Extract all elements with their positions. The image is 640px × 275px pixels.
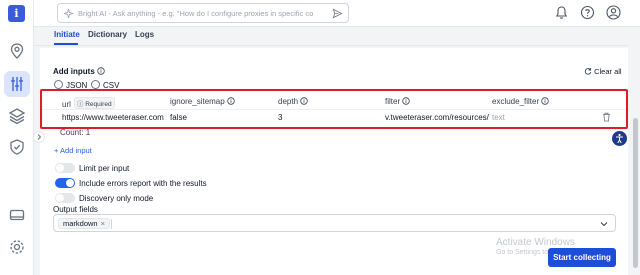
option-label: Include errors report with the results xyxy=(79,179,207,188)
shield-check-icon[interactable] xyxy=(8,138,26,156)
output-fields-label: Output fields xyxy=(53,205,98,214)
info-icon[interactable] xyxy=(300,97,308,105)
chevron-down-icon[interactable] xyxy=(599,219,609,229)
tab-initiate[interactable]: Initiate xyxy=(54,30,80,39)
accessibility-button[interactable] xyxy=(612,131,627,146)
billing-card-icon[interactable] xyxy=(8,206,26,224)
help-icon[interactable] xyxy=(580,5,595,20)
clear-all-button[interactable]: Clear all xyxy=(584,67,622,76)
scrollbar-thumb[interactable] xyxy=(633,118,638,268)
radio-circle[interactable] xyxy=(54,80,63,89)
ai-search-input[interactable]: Bright AI - Ask anything - e.g. "How do … xyxy=(57,3,349,23)
output-field-chip: markdown × xyxy=(58,218,110,229)
inputs-table: url ⓘ Required ignore_sitemap depth filte… xyxy=(40,89,628,129)
refresh-icon xyxy=(584,68,592,75)
brand-logo[interactable]: i xyxy=(8,5,25,22)
tabs-divider xyxy=(34,45,628,46)
trash-icon[interactable] xyxy=(602,112,611,122)
chevron-right-icon xyxy=(37,134,42,140)
column-label: exclude_filter xyxy=(492,97,540,106)
layers-icon[interactable] xyxy=(8,107,26,125)
radio-circle[interactable] xyxy=(91,80,100,89)
start-collecting-button[interactable]: Start collecting xyxy=(548,248,616,267)
sparkle-icon xyxy=(63,8,74,19)
accessibility-icon xyxy=(616,133,623,144)
page-scrollbar[interactable] xyxy=(631,48,640,275)
column-label: ignore_sitemap xyxy=(170,97,225,106)
watermark-title: Activate Windows xyxy=(496,237,575,248)
cell-filter[interactable]: v.tweeteraser.com/resources/ xyxy=(385,113,489,122)
chip-remove-icon[interactable]: × xyxy=(101,219,105,228)
cell-depth[interactable]: 3 xyxy=(278,113,282,122)
column-label: depth xyxy=(278,97,299,106)
column-header-depth: depth xyxy=(278,97,308,106)
input-count: Count: 1 xyxy=(60,128,91,137)
chip-divider xyxy=(111,219,112,229)
option-label: Limit per input xyxy=(79,164,130,173)
scraper-icon[interactable] xyxy=(8,75,26,93)
required-badge: ⓘ Required xyxy=(73,97,115,109)
cell-ignore-sitemap[interactable]: false xyxy=(170,113,187,122)
toggle-switch[interactable] xyxy=(55,193,75,203)
info-icon[interactable] xyxy=(402,97,411,105)
add-input-button[interactable]: + Add input xyxy=(54,146,92,155)
column-header-url: url ⓘ Required xyxy=(62,97,115,109)
info-icon[interactable] xyxy=(97,67,105,75)
info-icon[interactable] xyxy=(541,97,550,105)
user-avatar-icon[interactable] xyxy=(606,5,621,20)
add-inputs-title: Add inputs xyxy=(53,67,95,76)
location-pin-icon[interactable] xyxy=(8,42,26,60)
output-fields-select[interactable]: markdown × xyxy=(53,214,616,232)
send-icon[interactable] xyxy=(332,8,343,19)
option-limit-per-input[interactable]: Limit per input xyxy=(55,163,129,173)
info-icon[interactable] xyxy=(227,97,235,105)
add-inputs-heading: Add inputs xyxy=(53,67,105,76)
column-header-filter: filter xyxy=(385,97,411,106)
column-header-exclude-filter: exclude_filter xyxy=(492,97,550,106)
tab-logs[interactable]: Logs xyxy=(135,30,154,39)
tab-dictionary[interactable]: Dictionary xyxy=(88,30,127,39)
sidebar-collapse-button[interactable] xyxy=(33,131,45,143)
sidebar: i xyxy=(0,0,34,275)
chip-label: markdown xyxy=(63,219,98,228)
column-label: url xyxy=(62,100,71,109)
settings-gear-icon[interactable] xyxy=(8,238,26,256)
row-divider xyxy=(42,109,626,110)
option-label: Discovery only mode xyxy=(79,194,154,203)
top-bar: Bright AI - Ask anything - e.g. "How do … xyxy=(34,0,640,27)
cell-exclude-filter[interactable]: text xyxy=(492,113,505,122)
clear-all-label: Clear all xyxy=(594,67,622,76)
column-label: filter xyxy=(385,97,401,106)
option-discovery-only-mode[interactable]: Discovery only mode xyxy=(55,193,153,203)
search-placeholder: Bright AI - Ask anything - e.g. "How do … xyxy=(78,9,314,18)
cell-url[interactable]: https://www.tweeteraser.com xyxy=(62,113,164,122)
required-badge-label: Required xyxy=(85,101,112,108)
bell-icon[interactable] xyxy=(554,5,569,20)
option-include-errors-report[interactable]: Include errors report with the results xyxy=(55,178,207,188)
toggle-switch[interactable] xyxy=(55,178,75,188)
column-header-ignore-sitemap: ignore_sitemap xyxy=(170,97,235,106)
toggle-switch[interactable] xyxy=(55,163,75,173)
